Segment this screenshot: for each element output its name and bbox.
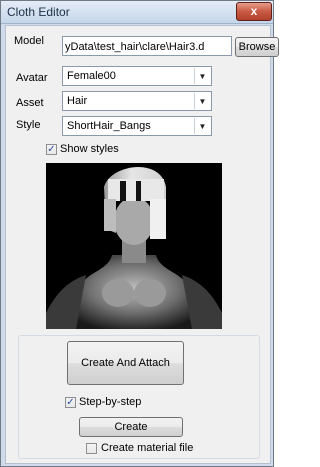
- style-label: Style: [16, 119, 41, 131]
- avatar-dropdown[interactable]: Female00 ▼: [62, 66, 212, 86]
- cloth-editor-window: Cloth Editor x Model yData\test_hair\cla…: [0, 0, 279, 467]
- avatar-label: Avatar: [16, 72, 48, 84]
- create-and-attach-button[interactable]: Create And Attach: [67, 341, 184, 385]
- close-button[interactable]: x: [236, 2, 272, 21]
- avatar-value: Female00: [67, 70, 116, 82]
- style-dropdown[interactable]: ShortHair_Bangs ▼: [62, 116, 212, 136]
- model-label: Model: [14, 35, 44, 47]
- model-path-input[interactable]: yData\test_hair\clare\Hair3.d: [62, 36, 232, 56]
- chevron-down-icon[interactable]: ▼: [194, 68, 210, 84]
- client-area: Model yData\test_hair\clare\Hair3.d Brow…: [5, 25, 279, 464]
- style-preview-viewport[interactable]: [46, 163, 222, 329]
- close-icon: x: [250, 4, 258, 18]
- style-value: ShortHair_Bangs: [67, 120, 151, 132]
- window-title: Cloth Editor: [7, 5, 70, 19]
- show-styles-label[interactable]: Show styles: [60, 143, 119, 155]
- create-material-label[interactable]: Create material file: [101, 442, 193, 454]
- asset-dropdown[interactable]: Hair ▼: [62, 91, 212, 111]
- browse-button[interactable]: Browse: [235, 37, 279, 57]
- create-material-checkbox[interactable]: [86, 443, 97, 454]
- chevron-down-icon[interactable]: ▼: [194, 118, 210, 134]
- asset-value: Hair: [67, 95, 88, 107]
- create-label: Create: [114, 421, 148, 433]
- chevron-down-icon[interactable]: ▼: [194, 93, 210, 109]
- create-and-attach-label: Create And Attach: [81, 357, 170, 369]
- actions-group: Create And Attach ✓ Step-by-step Create …: [18, 335, 260, 459]
- step-by-step-label[interactable]: Step-by-step: [79, 396, 141, 408]
- avatar-preview-image: [46, 167, 222, 329]
- title-bar[interactable]: Cloth Editor x: [1, 1, 273, 24]
- create-button[interactable]: Create: [79, 417, 183, 437]
- step-by-step-checkbox[interactable]: ✓: [65, 397, 76, 408]
- browse-label: Browse: [238, 41, 276, 53]
- show-styles-checkbox[interactable]: ✓: [46, 144, 57, 155]
- asset-label: Asset: [16, 97, 44, 109]
